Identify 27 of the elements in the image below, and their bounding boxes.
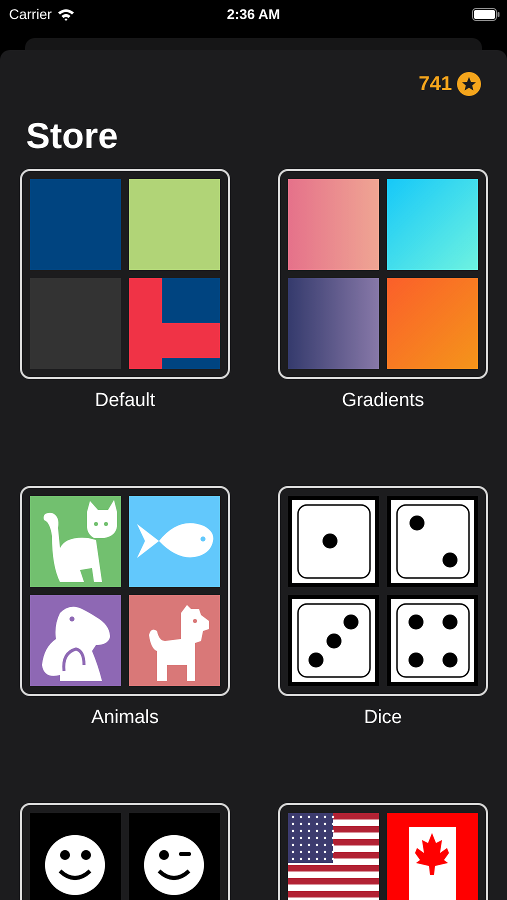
cat-icon bbox=[30, 496, 121, 587]
smiley-icon bbox=[30, 813, 121, 900]
page-title: Store bbox=[26, 114, 120, 158]
star-coin-icon bbox=[457, 72, 481, 96]
battery-icon bbox=[472, 8, 500, 20]
dog-icon bbox=[129, 595, 220, 686]
die-icon bbox=[387, 595, 478, 686]
flag-icon bbox=[387, 813, 478, 900]
die-icon bbox=[288, 496, 379, 587]
pack-tile[interactable] bbox=[278, 486, 488, 696]
die-icon bbox=[288, 595, 379, 686]
pack-name: Gradients bbox=[342, 389, 424, 413]
pack-name: Default bbox=[94, 389, 156, 413]
pack-name: Dice bbox=[364, 706, 402, 730]
frog-icon bbox=[30, 595, 121, 686]
coin-balance: 741 bbox=[418, 72, 452, 96]
carrier-name: Carrier bbox=[9, 6, 52, 22]
clock-time: 2:36 AM bbox=[226, 6, 280, 22]
pack-tile[interactable] bbox=[20, 169, 230, 379]
wifi-icon bbox=[56, 8, 75, 20]
pack-name: Animals bbox=[91, 706, 159, 730]
die-icon bbox=[387, 496, 478, 587]
fish-icon bbox=[129, 496, 220, 587]
pack-tile[interactable] bbox=[20, 486, 230, 696]
pack-tile[interactable] bbox=[278, 169, 488, 379]
flag-icon bbox=[288, 813, 379, 900]
winking-smiley-icon bbox=[129, 813, 220, 900]
